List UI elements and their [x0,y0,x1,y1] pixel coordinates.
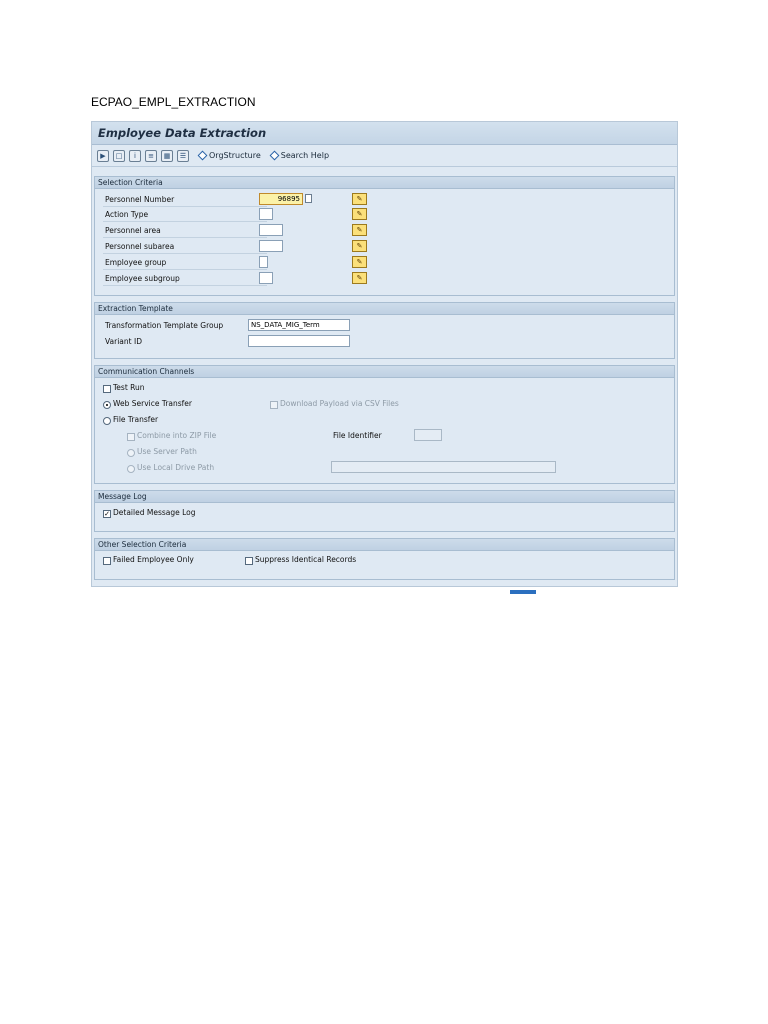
divider [103,206,267,207]
other-criteria-group: Other Selection Criteria Failed Employee… [94,538,675,580]
selection-criteria-group: Selection Criteria Personnel Number 9689… [94,176,675,296]
sap-window: Employee Data Extraction ▶ □ i ≡ ▦ ☰ Org… [91,121,678,587]
orgstructure-button[interactable]: OrgStructure [197,150,261,161]
local-path-field[interactable] [331,461,556,473]
action-type-selection-button[interactable]: ✎ [352,208,367,220]
failed-only-label: Failed Employee Only [113,555,194,564]
file-identifier-label: File Identifier [333,431,382,440]
extraction-template-group: Extraction Template Transformation Templ… [94,302,675,359]
variant-id-label: Variant ID [105,337,142,346]
diamond-icon [269,150,280,161]
search-help-button[interactable]: Search Help [269,150,330,161]
employee-subgroup-field[interactable] [259,272,273,284]
personnel-number-label: Personnel Number [105,195,175,204]
template-group-label: Transformation Template Group [105,321,224,330]
document-title: ECPAO_EMPL_EXTRACTION [91,95,256,109]
execute-icon[interactable]: ▶ [97,149,109,162]
print-icon[interactable]: ≡ [145,149,157,162]
group-header: Communication Channels [95,366,674,378]
detailed-log-checkbox[interactable]: ✓ [103,510,111,518]
divider [103,253,267,254]
server-path-radio[interactable] [127,449,135,457]
action-type-field[interactable] [259,208,273,220]
list-icon[interactable]: ☰ [177,149,189,162]
local-path-label: Use Local Drive Path [137,463,215,472]
failed-only-checkbox[interactable] [103,557,111,565]
personnel-area-label: Personnel area [105,226,161,235]
download-csv-label: Download Payload via CSV Files [280,399,399,408]
employee-subgroup-selection-button[interactable]: ✎ [352,272,367,284]
server-path-label: Use Server Path [137,447,197,456]
combine-zip-label: Combine into ZIP File [137,431,217,440]
divider [103,221,267,222]
divider [103,237,267,238]
combine-zip-checkbox[interactable] [127,433,135,441]
variant-id-field[interactable] [248,335,350,347]
group-header: Message Log [95,491,674,503]
suppress-label: Suppress Identical Records [255,555,357,564]
employee-group-label: Employee group [105,258,167,267]
orgstructure-label: OrgStructure [209,151,261,160]
file-transfer-label: File Transfer [113,415,159,424]
suppress-checkbox[interactable] [245,557,253,565]
group-header: Extraction Template [95,303,674,315]
copy-variant-icon[interactable]: □ [113,149,125,162]
action-type-label: Action Type [105,210,149,219]
layout-icon[interactable]: ▦ [161,149,173,162]
search-help-label: Search Help [280,151,330,160]
divider [103,285,267,286]
local-path-radio[interactable] [127,465,135,473]
template-group-field[interactable]: NS_DATA_MIG_Term [248,319,350,331]
group-header: Selection Criteria [95,177,674,189]
group-header: Other Selection Criteria [95,539,674,551]
personnel-area-selection-button[interactable]: ✎ [352,224,367,236]
info-icon[interactable]: i [129,149,141,162]
multiple-selection-icon[interactable] [305,194,312,203]
personnel-number-selection-button[interactable]: ✎ [352,193,367,205]
divider [103,269,267,270]
detailed-log-label: Detailed Message Log [113,508,196,517]
employee-group-selection-button[interactable]: ✎ [352,256,367,268]
sap-logo [510,590,536,594]
window-title: Employee Data Extraction [92,122,677,145]
application-toolbar: ▶ □ i ≡ ▦ ☰ OrgStructure Search Help [92,145,677,167]
download-csv-checkbox[interactable] [270,401,278,409]
personnel-subarea-field[interactable] [259,240,283,252]
personnel-subarea-selection-button[interactable]: ✎ [352,240,367,252]
personnel-number-field[interactable]: 96895 [259,193,303,205]
web-service-radio[interactable] [103,401,111,409]
test-run-label: Test Run [113,383,145,392]
diamond-icon [197,150,208,161]
communication-channels-group: Communication Channels Test Run Web Serv… [94,365,675,484]
message-log-group: Message Log ✓ Detailed Message Log [94,490,675,532]
personnel-area-field[interactable] [259,224,283,236]
web-service-label: Web Service Transfer [113,399,192,408]
personnel-subarea-label: Personnel subarea [105,242,175,251]
file-transfer-radio[interactable] [103,417,111,425]
test-run-checkbox[interactable] [103,385,111,393]
file-identifier-field[interactable] [414,429,442,441]
employee-group-field[interactable] [259,256,268,268]
employee-subgroup-label: Employee subgroup [105,274,180,283]
